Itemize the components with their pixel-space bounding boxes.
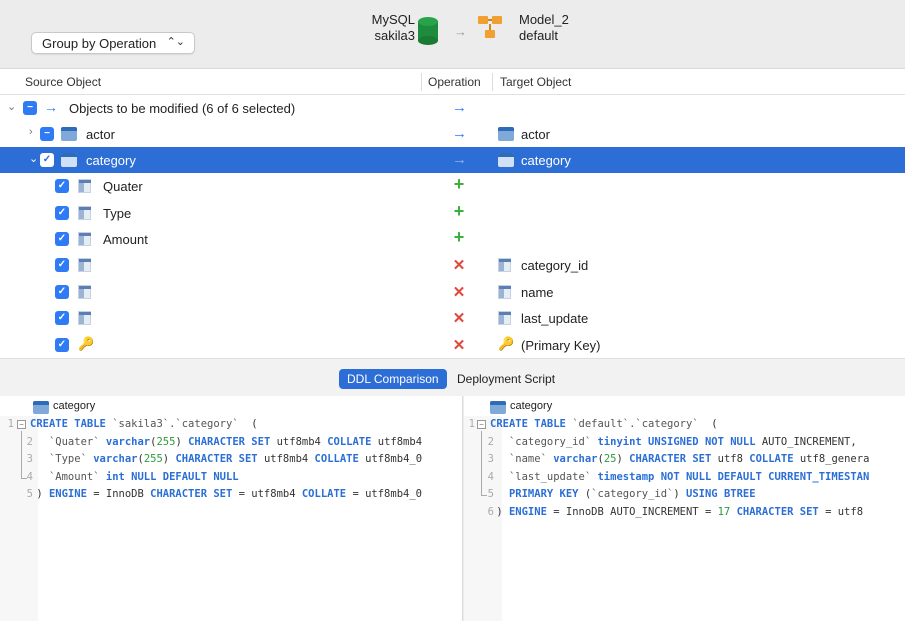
- line-number: 1: [7, 418, 14, 430]
- source-db-name: MySQL: [371, 12, 415, 27]
- column-icon: [498, 285, 511, 299]
- group-label: Objects to be modified (6 of 6 selected): [69, 101, 296, 116]
- tree-row-field[interactable]: ✓ Quater +: [0, 173, 905, 199]
- add-icon: +: [453, 174, 465, 194]
- partial-checkbox[interactable]: −: [40, 127, 54, 141]
- target-field-label: name: [521, 285, 554, 300]
- source-object-label: actor: [86, 127, 115, 142]
- modify-operation-icon: →: [452, 151, 467, 168]
- checkbox[interactable]: ✓: [40, 153, 54, 167]
- chevron-down-icon[interactable]: ⌄: [7, 100, 16, 113]
- checkbox[interactable]: ✓: [55, 206, 69, 220]
- column-icon: [78, 285, 91, 299]
- checkbox[interactable]: ✓: [55, 232, 69, 246]
- target-model-label: Model_2 default: [519, 12, 569, 44]
- target-ddl-code[interactable]: CREATE TABLE `default`.`category` ( `cat…: [490, 416, 869, 521]
- tree-row-group[interactable]: ⌄ − → Objects to be modified (6 of 6 sel…: [0, 95, 905, 121]
- column-icon: [498, 258, 511, 272]
- source-schema-name: sakila3: [374, 28, 415, 43]
- target-object-label: actor: [521, 127, 550, 142]
- table-icon: [61, 127, 77, 141]
- table-icon: [61, 153, 77, 167]
- checkbox[interactable]: ✓: [55, 311, 69, 325]
- table-icon: [490, 401, 506, 414]
- column-target-object[interactable]: Target Object: [500, 75, 571, 89]
- partial-checkbox[interactable]: −: [23, 101, 37, 115]
- tab-deployment-script[interactable]: Deployment Script: [449, 369, 563, 389]
- column-icon: [498, 311, 511, 325]
- tree-row-field[interactable]: ✓ Type +: [0, 200, 905, 226]
- fold-collapse-icon[interactable]: −: [17, 420, 26, 429]
- source-field-label: Amount: [103, 232, 148, 247]
- delete-icon: ✕: [452, 284, 466, 301]
- arrow-right-icon: →: [44, 99, 58, 115]
- delete-icon: ✕: [452, 337, 466, 354]
- column-icon: [78, 311, 91, 325]
- line-number: 1: [468, 418, 475, 430]
- table-icon: [498, 127, 514, 141]
- column-icon: [78, 206, 91, 220]
- target-object-label: category: [521, 153, 571, 168]
- column-header: Source Object Operation Target Object: [0, 68, 905, 95]
- tree-row-field[interactable]: ✓ ✕ name: [0, 279, 905, 305]
- tree-row-field[interactable]: ✓ Amount +: [0, 226, 905, 252]
- source-field-label: Quater: [103, 179, 143, 194]
- model-icon: [478, 16, 502, 44]
- delete-icon: ✕: [452, 310, 466, 327]
- modify-operation-icon: →: [452, 125, 467, 142]
- source-connection-label: MySQL sakila3: [372, 12, 415, 44]
- tab-ddl-comparison[interactable]: DDL Comparison: [339, 369, 447, 389]
- comparison-tree: ⌄ − → Objects to be modified (6 of 6 sel…: [0, 95, 905, 358]
- arrow-right-icon: →: [454, 24, 467, 39]
- group-by-select[interactable]: Group by Operation ⌃⌄: [31, 32, 195, 54]
- target-ddl-pane[interactable]: category 1 2 3 4 5 6 − CREATE TABLE `def…: [464, 396, 905, 621]
- column-icon: [78, 258, 91, 272]
- group-by-select-value: Group by Operation: [42, 36, 157, 51]
- chevron-right-icon[interactable]: ›: [29, 126, 33, 138]
- table-icon: [498, 153, 514, 167]
- tab-bar: DDL Comparison Deployment Script: [0, 358, 905, 396]
- column-source-object[interactable]: Source Object: [25, 75, 101, 89]
- checkbox[interactable]: ✓: [55, 258, 69, 272]
- target-field-label: last_update: [521, 311, 589, 326]
- key-icon: 🔑: [498, 336, 515, 351]
- tree-row-actor[interactable]: › − actor → actor: [0, 121, 905, 147]
- source-field-label: Type: [103, 206, 132, 221]
- column-icon: [78, 179, 91, 193]
- tree-row-field[interactable]: ✓ ✕ last_update: [0, 305, 905, 331]
- chevron-up-down-icon: ⌃⌄: [166, 36, 185, 48]
- modify-operation-icon: →: [452, 99, 467, 116]
- checkbox[interactable]: ✓: [55, 338, 69, 352]
- tree-row-category[interactable]: ⌄ ✓ category → category: [0, 147, 905, 173]
- target-model-name: Model_2: [519, 12, 569, 27]
- column-icon: [78, 232, 91, 246]
- source-ddl-code[interactable]: CREATE TABLE `sakila3`.`category` ( `Qua…: [30, 416, 422, 504]
- tree-row-field[interactable]: ✓ 🔑 ✕ 🔑 (Primary Key): [0, 332, 905, 358]
- fold-collapse-icon[interactable]: −: [477, 420, 486, 429]
- pane-title: category: [510, 400, 553, 412]
- target-schema-name: default: [519, 28, 559, 43]
- add-icon: +: [453, 201, 465, 221]
- column-operation[interactable]: Operation: [428, 75, 481, 89]
- checkbox[interactable]: ✓: [55, 179, 69, 193]
- source-ddl-pane[interactable]: category 1 2 3 4 5 − CREATE TABLE `sakil…: [0, 396, 463, 621]
- chevron-down-icon[interactable]: ⌄: [29, 152, 38, 165]
- pane-title: category: [53, 400, 96, 412]
- header-bar: Group by Operation ⌃⌄ MySQL sakila3 → Mo…: [0, 0, 905, 66]
- tree-row-field[interactable]: ✓ ✕ category_id: [0, 252, 905, 278]
- target-field-label: category_id: [521, 258, 589, 273]
- source-object-label: category: [86, 153, 136, 168]
- mysql-database-icon: [418, 17, 438, 45]
- table-icon: [33, 401, 49, 414]
- key-icon: 🔑: [78, 336, 95, 351]
- delete-icon: ✕: [452, 257, 466, 274]
- checkbox[interactable]: ✓: [55, 285, 69, 299]
- target-field-label: (Primary Key): [521, 338, 601, 353]
- add-icon: +: [453, 227, 465, 247]
